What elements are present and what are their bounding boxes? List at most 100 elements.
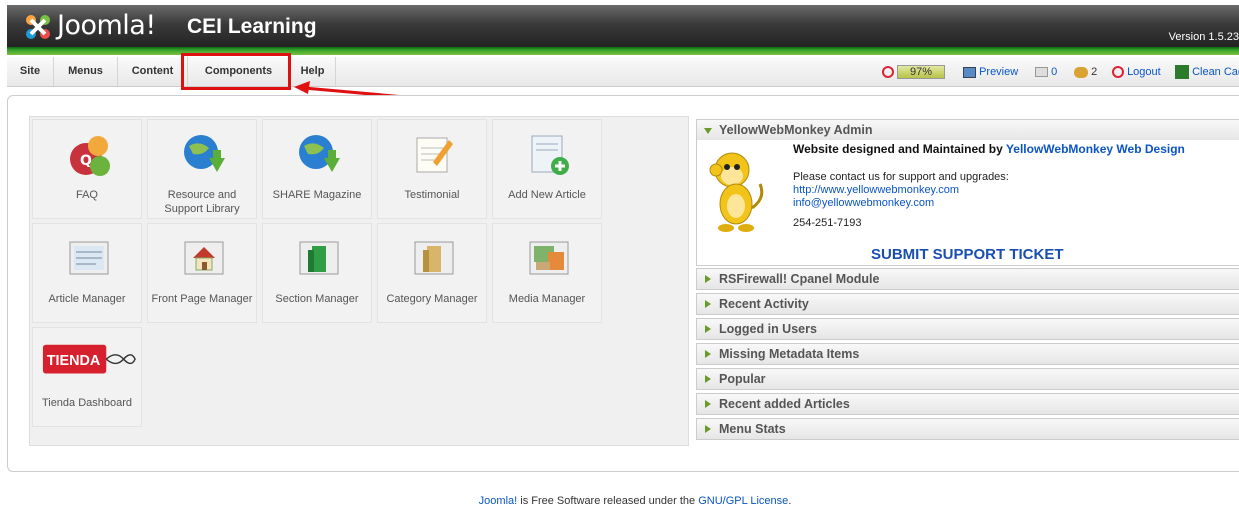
joomla-logo-icon[interactable] bbox=[23, 12, 53, 42]
slider-label: Logged in Users bbox=[719, 322, 817, 336]
slider-logged-in-users[interactable]: Logged in Users bbox=[696, 318, 1239, 340]
tile-label: SHARE Magazine bbox=[272, 189, 362, 201]
license-link[interactable]: GNU/GPL License bbox=[698, 495, 788, 507]
slider-recent-activity[interactable]: Recent Activity bbox=[696, 293, 1239, 315]
tile-label: Category Manager bbox=[386, 293, 478, 305]
tile-label: Tienda Dashboard bbox=[41, 397, 133, 409]
monkey-mascot-icon bbox=[709, 152, 764, 232]
tile-section-manager[interactable]: Section Manager bbox=[262, 223, 372, 323]
messages-count[interactable]: 0 bbox=[1035, 63, 1057, 81]
tile-label: Media Manager bbox=[508, 293, 586, 305]
collapsed-arrow-icon bbox=[705, 300, 711, 308]
phone-number: 254-251-7193 bbox=[793, 217, 862, 229]
slider-recent-articles[interactable]: Recent added Articles bbox=[696, 393, 1239, 415]
slider-label: Menu Stats bbox=[719, 422, 786, 436]
slider-label: RSFirewall! Cpanel Module bbox=[719, 272, 880, 286]
designer-link[interactable]: YellowWebMonkey Web Design bbox=[1006, 142, 1185, 156]
components-highlight-box bbox=[181, 53, 291, 90]
collapsed-arrow-icon bbox=[705, 425, 711, 433]
article-manager-icon bbox=[69, 241, 109, 275]
slider-label: Popular bbox=[719, 372, 766, 386]
menu-site[interactable]: Site bbox=[7, 57, 54, 86]
footer: Joomla! is Free Software released under … bbox=[0, 495, 1239, 507]
tile-label: Section Manager bbox=[275, 293, 359, 305]
tile-label: Front Page Manager bbox=[151, 293, 253, 305]
globe-download-icon bbox=[184, 135, 225, 172]
users-count[interactable]: 2 bbox=[1074, 63, 1097, 81]
submit-ticket-link[interactable]: SUBMIT SUPPORT TICKET bbox=[871, 246, 1064, 263]
menu-menus[interactable]: Menus bbox=[54, 57, 118, 86]
load-gauge: 97% bbox=[882, 63, 946, 81]
preview-icon bbox=[963, 66, 976, 78]
clean-cache-label[interactable]: Clean Cache bbox=[1192, 66, 1239, 78]
tile-label: Article Manager bbox=[48, 293, 126, 305]
tile-faq[interactable]: Q FAQ bbox=[32, 119, 142, 219]
clock-icon bbox=[882, 66, 894, 79]
tile-tienda-dashboard[interactable]: TIENDA Tienda Dashboard bbox=[32, 327, 142, 427]
menu-content[interactable]: Content bbox=[118, 57, 188, 86]
admin-module-header[interactable]: YellowWebMonkey Admin bbox=[696, 119, 1239, 141]
collapsed-arrow-icon bbox=[705, 325, 711, 333]
tile-label: Resource and Support Library bbox=[164, 189, 240, 215]
preview-label[interactable]: Preview bbox=[979, 66, 1018, 78]
media-icon bbox=[529, 241, 569, 275]
tile-share-magazine[interactable]: SHARE Magazine bbox=[262, 119, 372, 219]
designed-by-text: Website designed and Maintained by Yello… bbox=[793, 142, 1185, 156]
contact-text: Please contact us for support and upgrad… bbox=[793, 171, 1009, 183]
tienda-logo-text: TIENDA bbox=[47, 353, 101, 369]
gauge-value: 97% bbox=[897, 65, 946, 80]
expanded-arrow-icon bbox=[704, 128, 712, 134]
slider-popular[interactable]: Popular bbox=[696, 368, 1239, 390]
tile-label: Add New Article bbox=[508, 189, 586, 201]
logout-link[interactable]: Logout bbox=[1112, 63, 1161, 81]
tile-media-manager[interactable]: Media Manager bbox=[492, 223, 602, 323]
logout-label[interactable]: Logout bbox=[1127, 66, 1161, 78]
tienda-logo: TIENDA bbox=[42, 344, 136, 374]
tile-front-page-manager[interactable]: Front Page Manager bbox=[147, 223, 257, 323]
admin-module-title: YellowWebMonkey Admin bbox=[719, 123, 873, 137]
svg-text:Q: Q bbox=[80, 153, 92, 169]
stage: Joomla! CEI Learning Version 1.5.23 Site… bbox=[0, 0, 1239, 518]
tile-add-new-article[interactable]: Add New Article bbox=[492, 119, 602, 219]
home-icon bbox=[184, 241, 224, 275]
envelope-icon bbox=[1035, 67, 1048, 78]
tile-resource-library[interactable]: Resource and Support Library bbox=[147, 119, 257, 219]
slider-label: Recent added Articles bbox=[719, 397, 850, 411]
collapsed-arrow-icon bbox=[705, 375, 711, 383]
tile-category-manager[interactable]: Category Manager bbox=[377, 223, 487, 323]
slider-label: Recent Activity bbox=[719, 297, 809, 311]
footer-period: . bbox=[788, 495, 792, 507]
logout-icon bbox=[1112, 66, 1124, 79]
version-label: Version 1.5.23 bbox=[1168, 31, 1239, 43]
footer-text: is Free Software released under the bbox=[517, 495, 699, 507]
site-name: CEI Learning bbox=[187, 15, 317, 38]
website-link[interactable]: http://www.yellowwebmonkey.com bbox=[793, 184, 959, 196]
joomla-link[interactable]: Joomla! bbox=[479, 495, 518, 507]
designed-by-prefix: Website designed and Maintained by bbox=[793, 142, 1003, 156]
email-link[interactable]: info@yellowwebmonkey.com bbox=[793, 197, 934, 209]
preview-link[interactable]: Preview bbox=[963, 63, 1018, 81]
collapsed-arrow-icon bbox=[705, 400, 711, 408]
clean-cache-icon bbox=[1175, 65, 1189, 80]
category-icon bbox=[414, 241, 454, 275]
clean-cache-link[interactable]: Clean Cache bbox=[1175, 63, 1239, 81]
slider-menu-stats[interactable]: Menu Stats bbox=[696, 418, 1239, 440]
note-pencil-icon bbox=[416, 137, 453, 173]
add-article-icon bbox=[531, 135, 569, 175]
joomla-logo-text: Joomla! bbox=[57, 10, 156, 41]
slider-missing-metadata[interactable]: Missing Metadata Items bbox=[696, 343, 1239, 365]
collapsed-arrow-icon bbox=[705, 350, 711, 358]
users-label: 2 bbox=[1091, 66, 1098, 78]
tile-testimonial[interactable]: Testimonial bbox=[377, 119, 487, 219]
tile-article-manager[interactable]: Article Manager bbox=[32, 223, 142, 323]
section-icon bbox=[299, 241, 339, 275]
collapsed-arrow-icon bbox=[705, 275, 711, 283]
globe-download-icon bbox=[299, 135, 340, 172]
faq-icon: Q bbox=[70, 136, 110, 176]
messages-label[interactable]: 0 bbox=[1051, 66, 1057, 78]
slider-label: Missing Metadata Items bbox=[719, 347, 860, 361]
tile-label: Testimonial bbox=[404, 189, 460, 201]
users-icon bbox=[1074, 66, 1088, 78]
tile-label: FAQ bbox=[75, 189, 98, 201]
slider-rsfirewall[interactable]: RSFirewall! Cpanel Module bbox=[696, 268, 1239, 290]
